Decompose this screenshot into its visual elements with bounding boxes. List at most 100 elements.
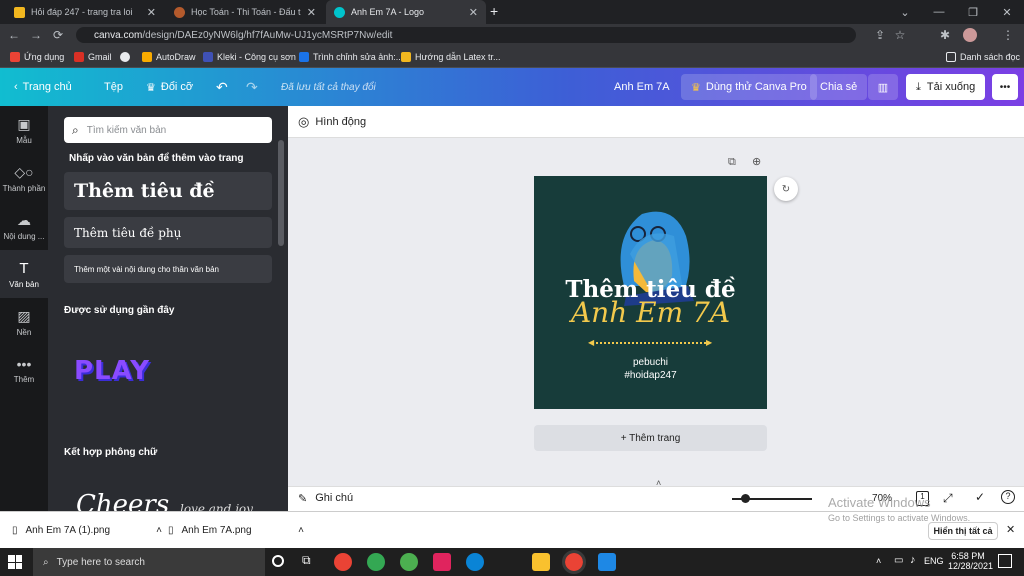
design-page[interactable]: Thêm tiêu đề Anh Em 7A ◀ ▶ pebuchi #hoid… — [534, 176, 767, 409]
network-icon[interactable]: ▭ — [894, 555, 903, 566]
paint-icon[interactable] — [433, 553, 451, 571]
design-author-text[interactable]: pebuchi — [534, 357, 767, 368]
notification-icon[interactable] — [998, 554, 1012, 568]
tab-search-icon[interactable]: ⌄ — [888, 0, 922, 24]
app-window-icon[interactable] — [598, 553, 616, 571]
cortana-icon[interactable] — [272, 555, 284, 567]
bookmark-latex[interactable]: Hướng dẫn Latex tr... — [401, 46, 500, 67]
bookmark-autodraw[interactable]: AutoDraw — [142, 46, 196, 67]
animate-button[interactable]: Hình động — [315, 116, 366, 128]
redo-icon[interactable]: ↷ — [246, 68, 258, 106]
close-tab-icon[interactable]: ✕ — [147, 6, 156, 19]
volume-icon[interactable]: ♪ — [910, 554, 916, 566]
back-icon[interactable]: ← — [4, 24, 24, 46]
kleki-icon — [203, 51, 213, 62]
zoom-slider-thumb[interactable] — [741, 494, 750, 503]
share-page-icon[interactable]: ⇪ — [870, 24, 890, 46]
more-options-button[interactable]: ••• — [992, 74, 1018, 100]
browser-menu-icon[interactable]: ⋮ — [998, 24, 1018, 46]
crown-icon: ♛ — [146, 81, 156, 94]
insights-bar-chart-icon[interactable]: ▥ — [868, 74, 898, 100]
home-label: Trang chủ — [22, 81, 72, 93]
try-pro-button[interactable]: ♛ Dùng thử Canva Pro — [681, 74, 817, 100]
browser-tab[interactable]: Học Toán - Thi Toán - Đấu trường ✕ — [166, 0, 324, 24]
check-circle-icon[interactable]: ✓ — [975, 490, 985, 504]
fullscreen-icon[interactable]: ⤢ — [943, 491, 953, 506]
file-explorer-icon[interactable] — [532, 553, 550, 571]
hoidap-icon — [401, 51, 411, 62]
extensions-icon[interactable]: ✱ — [935, 24, 955, 46]
bookmark-photo-editor[interactable]: Trình chỉnh sửa ảnh:... — [299, 46, 403, 67]
profile-avatar[interactable] — [960, 24, 980, 46]
rail-label: Thành phần — [2, 183, 46, 193]
file-menu[interactable]: Tệp — [104, 68, 123, 106]
taskbar-search-input[interactable]: ⌕ Type here to search — [33, 548, 265, 576]
download-item[interactable]: ▯ Anh Em 7A.png ˄ — [168, 512, 304, 549]
new-tab-icon[interactable]: + — [490, 3, 498, 19]
help-icon[interactable]: ? — [1001, 490, 1015, 504]
combo-sample-cheers[interactable]: Cheers — [76, 490, 169, 511]
browser-tab[interactable]: Hỏi đáp 247 - trang tra loi ✕ — [6, 0, 164, 24]
share-button[interactable]: Chia sẻ — [810, 74, 868, 100]
recent-text-style-play[interactable]: PLAY — [74, 356, 150, 386]
windows-start-icon[interactable] — [8, 555, 22, 569]
tray-chevron-up-icon[interactable]: ˄ — [876, 556, 881, 566]
resize-button[interactable]: ♛ Đổi cỡ — [146, 68, 193, 106]
reload-icon[interactable]: ⟳ — [48, 24, 68, 46]
add-page-icon[interactable]: ⊕ — [752, 155, 761, 168]
duplicate-page-icon[interactable]: ⧉ — [728, 156, 736, 169]
chevron-up-icon[interactable]: ˄ — [298, 525, 304, 536]
task-view-icon[interactable]: ⧉ — [302, 553, 311, 568]
bookmark-apps[interactable]: Ứng dụng — [10, 46, 64, 67]
animate-icon[interactable]: ◎ — [298, 114, 309, 130]
clock[interactable]: 6:58 PM 12/28/2021 — [948, 551, 993, 571]
edge-icon[interactable] — [466, 553, 484, 571]
restore-icon[interactable]: ❐ — [956, 0, 990, 24]
bookmark-kleki[interactable]: Kleki - Công cụ sơn — [203, 46, 296, 67]
url-field[interactable]: canva.com/design/DAEz0yNW6lg/hf7fAuMw-UJ… — [76, 27, 856, 43]
saved-status: Đã lưu tất cả thay đổi — [281, 81, 376, 93]
chrome-profile-icon[interactable] — [367, 553, 385, 571]
bookmark-star-icon[interactable]: ☆ — [890, 24, 910, 46]
download-button[interactable]: ⤓ Tải xuống — [906, 74, 986, 100]
rail-templates[interactable]: ▣ Mẫu — [0, 106, 48, 154]
add-page-button[interactable]: + Thêm trang — [534, 425, 767, 451]
home-button[interactable]: ‹ Trang chủ — [14, 68, 72, 106]
chevron-up-icon[interactable]: ˄ — [156, 525, 162, 536]
design-script-text[interactable]: Anh Em 7A — [534, 296, 767, 329]
rail-more[interactable]: ••• Thêm — [0, 346, 48, 394]
close-tab-icon[interactable]: ✕ — [469, 6, 478, 19]
download-item[interactable]: ▯ Anh Em 7A (1).png ˄ — [12, 512, 162, 549]
rail-text[interactable]: T Văn bản — [0, 250, 48, 298]
close-downloads-icon[interactable]: ✕ — [1006, 523, 1015, 536]
rail-elements[interactable]: ◇○ Thành phần — [0, 154, 48, 202]
add-subheading-button[interactable]: Thêm tiêu đề phụ — [64, 217, 272, 248]
reading-list[interactable]: Danh sách đọc — [946, 46, 1020, 67]
bookmark-globe[interactable] — [120, 46, 130, 67]
input-language[interactable]: ENG — [924, 556, 944, 566]
window-close-icon[interactable]: ✕ — [990, 0, 1024, 24]
bookmark-gmail[interactable]: Gmail — [74, 46, 112, 67]
combo-sample-love[interactable]: love and joy — [180, 502, 253, 511]
add-body-text-button[interactable]: Thêm một vài nội dung cho thân văn bản — [64, 255, 272, 283]
notes-button[interactable]: ✎ Ghi chú — [298, 492, 353, 505]
design-hashtag-text[interactable]: #hoidap247 — [534, 370, 767, 381]
text-search-input[interactable]: ⌕ Tìm kiếm văn bản — [64, 117, 272, 143]
document-title[interactable]: Anh Em 7A — [614, 68, 670, 106]
browser-tab-active[interactable]: Anh Em 7A - Logo ✕ — [326, 0, 486, 24]
chrome-active-icon[interactable] — [562, 550, 586, 574]
add-heading-button[interactable]: Thêm tiêu đề — [64, 172, 272, 210]
design-divider[interactable] — [592, 342, 710, 344]
forward-icon[interactable]: → — [26, 24, 46, 46]
undo-icon[interactable]: ↶ — [216, 68, 228, 106]
rail-background[interactable]: ▨ Nền — [0, 298, 48, 346]
chrome-icon[interactable] — [334, 553, 352, 571]
show-all-downloads-button[interactable]: Hiển thị tất cả — [928, 522, 998, 540]
rail-uploads[interactable]: ☁ Nội dung ... — [0, 202, 48, 250]
panel-scrollbar[interactable] — [278, 140, 284, 246]
minimize-icon[interactable]: — — [922, 0, 956, 24]
recent-heading: Được sử dụng gần đây — [64, 305, 175, 316]
chrome-profile-2-icon[interactable] — [400, 553, 418, 571]
close-tab-icon[interactable]: ✕ — [307, 6, 316, 19]
comment-icon[interactable]: ↻ — [774, 177, 798, 201]
